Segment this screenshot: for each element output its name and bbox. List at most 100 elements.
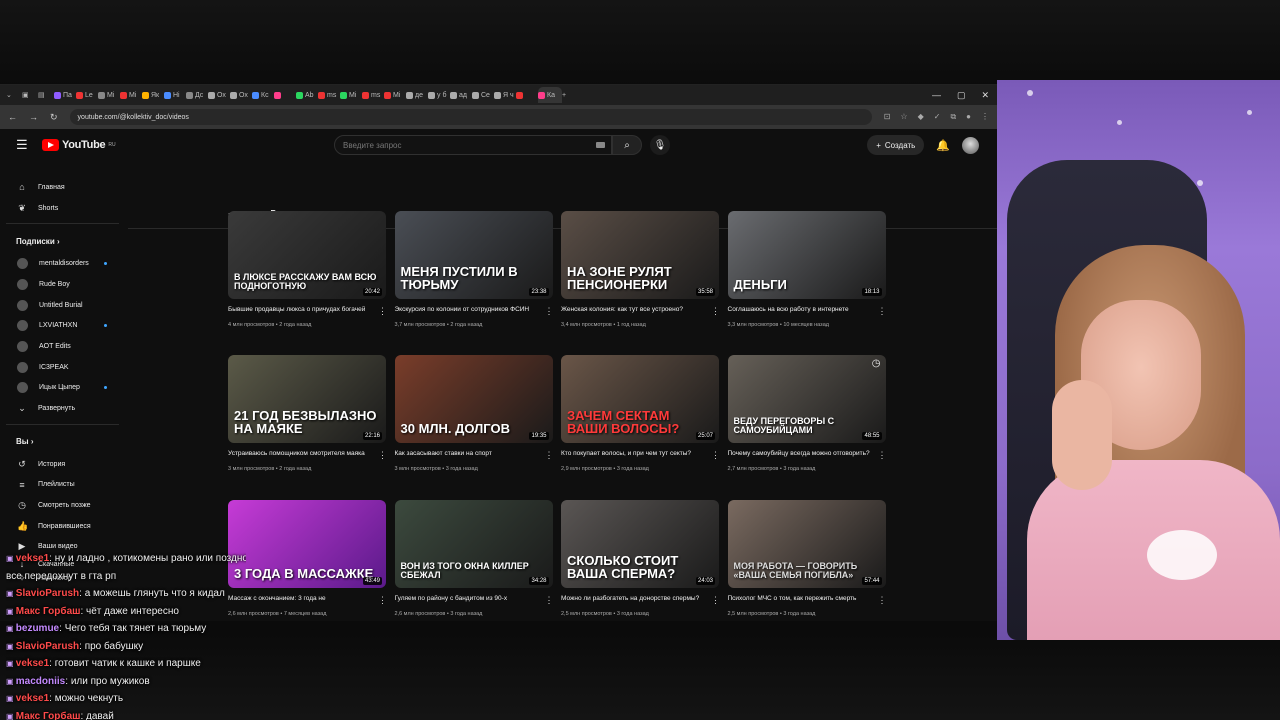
video-card[interactable]: ВОН ИЗ ТОГО ОКНА КИЛЛЕР СБЕЖАЛ 34:28 Гуляе… [394, 500, 554, 617]
browser-tab[interactable]: де [406, 87, 428, 103]
video-card[interactable]: ДЕНЬГИ 18:13 Соглашаюсь на всю работу в ин… [727, 211, 887, 328]
maximize-icon[interactable]: ▢ [957, 90, 966, 101]
expand-button[interactable]: ⌄ Развернуть [0, 398, 125, 419]
video-card[interactable]: НА ЗОНЕ РУЛЯТ ПЕНСИОНЕРКИ 35:58 Женская ко… [561, 211, 720, 328]
video-title[interactable]: Женская колония: как тут все устроено? [561, 306, 707, 317]
video-title[interactable]: Экскурсия по колонии от сотрудников ФСИН [395, 306, 541, 317]
video-title[interactable]: Гуляем по району с бандитом из 90-х [395, 595, 541, 606]
video-card[interactable]: МЕНЯ ПУСТИЛИ В ТЮРЬМУ 23:38 Экскурсия по к… [394, 211, 554, 328]
video-card[interactable]: МОЯ РАБОТА — ГОВОРИТЬ «ВАША СЕМЬЯ ПОГИБЛ… [727, 500, 887, 617]
sidebar-item-liked[interactable]: 👍 Понравившиеся [0, 516, 125, 537]
sidebar-channel[interactable]: mentaldisorders [0, 253, 125, 274]
video-title[interactable]: Устраиваюсь помощником смотрителя маяка [228, 450, 374, 461]
sidebar-item-home[interactable]: ⌂ Главная [0, 177, 125, 198]
sidebar-item-shorts[interactable]: ❦ Shorts [0, 198, 125, 219]
more-options-icon[interactable]: ⋮ [711, 595, 720, 606]
sidebar-toggle-icon[interactable]: ▣ [22, 87, 38, 103]
puzzle-icon[interactable]: ⧉ [950, 112, 956, 122]
close-icon[interactable]: ✕ [981, 90, 989, 101]
video-card[interactable]: 3 ГОДА В МАССАЖКЕ 43:49 Массаж с окончание… [228, 500, 387, 617]
create-button[interactable]: + Создать [867, 135, 925, 155]
sidebar-item-history[interactable]: ↺ История [0, 454, 125, 475]
browser-tab[interactable]: Le [76, 87, 98, 103]
video-card[interactable]: ВЕДУ ПЕРЕГОВОРЫ С САМОУБИЙЦАМИ 48:55 ◷ Поче… [727, 355, 887, 472]
reload-icon[interactable]: ↻ [50, 112, 58, 123]
browser-tab[interactable]: Се [472, 87, 494, 103]
browser-tab[interactable]: Мі [340, 87, 362, 103]
browser-tab[interactable] [516, 87, 538, 103]
browser-tab[interactable]: у б [428, 87, 450, 103]
video-card[interactable]: СКОЛЬКО СТОИТ ВАША СПЕРМА? 24:03 Можно ли … [561, 500, 720, 617]
shield-icon[interactable]: ◆ [918, 112, 924, 122]
video-card[interactable]: 21 ГОД БЕЗВЫЛАЗНО НА МАЯКЕ 22:16 Устраиваю… [228, 355, 387, 472]
browser-tab[interactable]: Дс [186, 87, 208, 103]
video-thumbnail[interactable]: ВОН ИЗ ТОГО ОКНА КИЛЛЕР СБЕЖАЛ 34:28 [394, 500, 553, 588]
more-options-icon[interactable]: ⋮ [378, 306, 387, 317]
sidebar-item-playlists[interactable]: ≡ Плейлисты [0, 475, 125, 496]
menu-icon[interactable]: ☰ [16, 137, 38, 153]
video-title[interactable]: Бывшие продавцы люкса о причудах богачей [228, 306, 374, 317]
sidebar-item-watch-later[interactable]: ◷ Смотреть позже [0, 495, 125, 516]
youtube-logo[interactable]: YouTube RU [42, 139, 116, 151]
video-title[interactable]: Массаж с окончанием: 3 года не [228, 595, 374, 606]
video-thumbnail[interactable]: 30 МЛН. ДОЛГОВ 19:35 [394, 355, 553, 443]
voice-search-button[interactable]: 🎙 [650, 135, 670, 155]
video-title[interactable]: Почему самоубийцу всегда можно отговорит… [728, 450, 874, 461]
forward-icon[interactable]: → [29, 112, 38, 122]
chevron-down-icon[interactable]: ⌄ [6, 87, 22, 103]
more-options-icon[interactable]: ⋮ [545, 450, 554, 461]
install-icon[interactable]: ⊡ [884, 112, 891, 122]
browser-tab[interactable]: Па [54, 87, 76, 103]
sidebar-channel[interactable]: LXVIATHXN [0, 315, 125, 336]
browser-tab[interactable]: Ох [230, 87, 252, 103]
video-thumbnail[interactable]: МОЯ РАБОТА — ГОВОРИТЬ «ВАША СЕМЬЯ ПОГИБЛ… [727, 500, 886, 588]
star-icon[interactable]: ☆ [900, 112, 907, 122]
video-thumbnail[interactable]: 3 ГОДА В МАССАЖКЕ 43:49 [228, 500, 386, 588]
url-field[interactable]: youtube.com/@kollektiv_doc/videos [69, 109, 872, 125]
sidebar-channel[interactable]: Ицык Цыпер [0, 378, 125, 399]
back-icon[interactable]: ← [8, 112, 17, 122]
check-icon[interactable]: ✓ [934, 112, 941, 122]
more-options-icon[interactable]: ⋮ [711, 306, 720, 317]
browser-tab[interactable]: Мі [384, 87, 406, 103]
sidebar-channel[interactable]: Rude Boy [0, 274, 125, 295]
more-options-icon[interactable]: ⋮ [378, 450, 387, 461]
tab-search-icon[interactable]: ▤ [38, 87, 54, 103]
video-thumbnail[interactable]: ДЕНЬГИ 18:13 [727, 211, 886, 299]
video-thumbnail[interactable]: ВЕДУ ПЕРЕГОВОРЫ С САМОУБИЙЦАМИ 48:55 ◷ [727, 355, 886, 443]
video-title[interactable]: Кто покупает волосы, и при чем тут секты… [561, 450, 707, 461]
browser-tab[interactable]: ms [318, 87, 340, 103]
video-thumbnail[interactable]: НА ЗОНЕ РУЛЯТ ПЕНСИОНЕРКИ 35:58 [561, 211, 719, 299]
browser-tab[interactable]: Кс [252, 87, 274, 103]
watch-later-icon[interactable]: ◷ [872, 358, 881, 369]
browser-tab[interactable]: Мі [98, 87, 120, 103]
more-options-icon[interactable]: ⋮ [878, 450, 887, 461]
search-button[interactable]: ⌕ [612, 135, 642, 155]
video-title[interactable]: Можно ли разбогатеть на донорстве спермы… [561, 595, 707, 606]
browser-tab[interactable]: Мі [120, 87, 142, 103]
video-title[interactable]: Психолог МЧС о том, как пережить смерть [728, 595, 874, 606]
subscriptions-header[interactable]: Подписки › [0, 229, 125, 253]
more-options-icon[interactable]: ⋮ [711, 450, 720, 461]
browser-tab[interactable]: Ка [538, 87, 562, 103]
sidebar-channel[interactable]: Untitled Burial [0, 295, 125, 316]
video-thumbnail[interactable]: ЗАЧЕМ СЕКТАМ ВАШИ ВОЛОСЫ? 25:07 [561, 355, 719, 443]
video-thumbnail[interactable]: МЕНЯ ПУСТИЛИ В ТЮРЬМУ 23:38 [394, 211, 553, 299]
menu-dots-icon[interactable]: ⋮ [981, 112, 989, 122]
browser-tab[interactable]: Я ч [494, 87, 516, 103]
video-card[interactable]: 30 МЛН. ДОЛГОВ 19:35 Как засасывают ставки… [394, 355, 554, 472]
video-card[interactable]: ЗАЧЕМ СЕКТАМ ВАШИ ВОЛОСЫ? 25:07 Кто покупа… [561, 355, 720, 472]
profile-icon[interactable]: ● [966, 112, 971, 122]
video-thumbnail[interactable]: 21 ГОД БЕЗВЫЛАЗНО НА МАЯКЕ 22:16 [228, 355, 386, 443]
browser-tab[interactable] [274, 87, 296, 103]
video-title[interactable]: Соглашаюсь на всю работу в интернете [728, 306, 874, 317]
avatar[interactable] [962, 136, 979, 154]
search-input[interactable]: Введите запрос [334, 135, 612, 155]
browser-tab[interactable]: Ох [208, 87, 230, 103]
you-header[interactable]: Вы › [0, 430, 125, 454]
video-thumbnail[interactable]: СКОЛЬКО СТОИТ ВАША СПЕРМА? 24:03 [561, 500, 719, 588]
more-options-icon[interactable]: ⋮ [878, 595, 887, 606]
more-options-icon[interactable]: ⋮ [378, 595, 387, 606]
video-title[interactable]: Как засасывают ставки на спорт [395, 450, 541, 461]
minimize-icon[interactable]: — [932, 90, 941, 101]
